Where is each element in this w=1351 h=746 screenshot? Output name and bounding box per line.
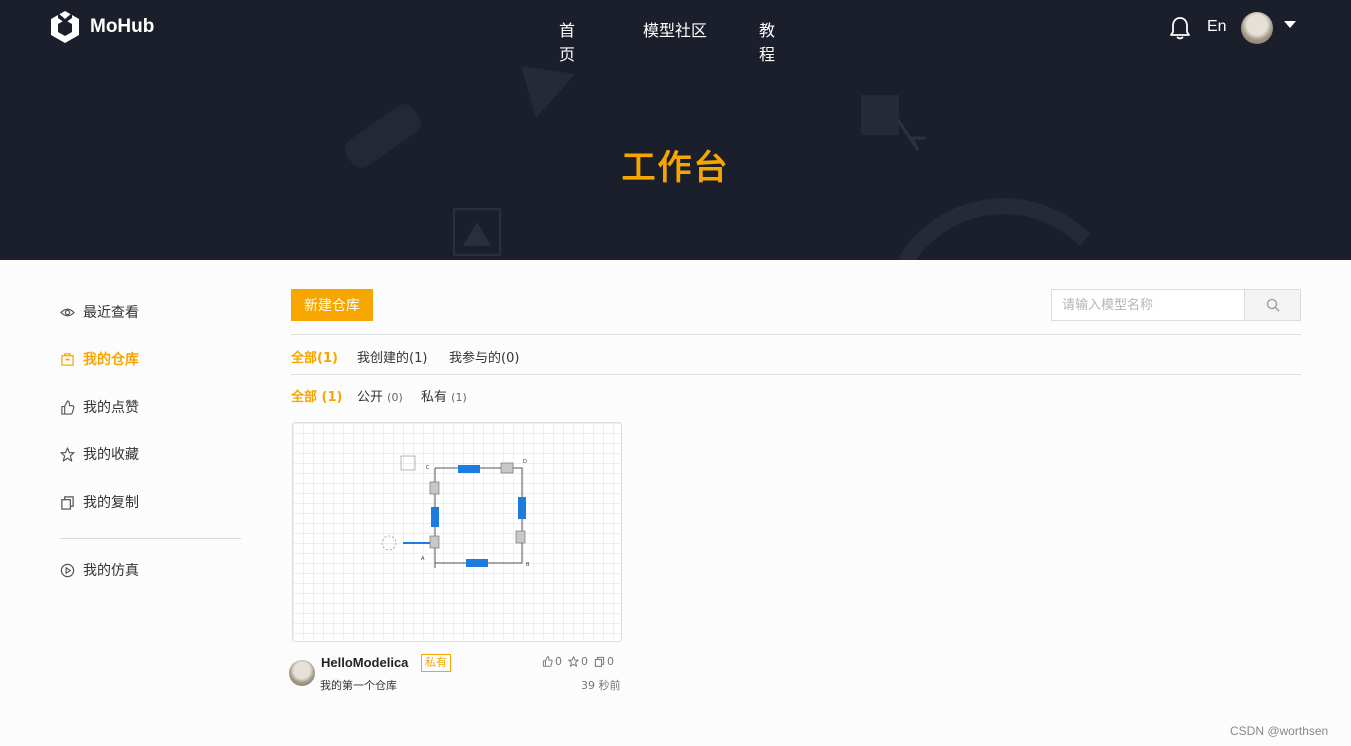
repo-name[interactable]: HelloModelica [321, 655, 408, 670]
diagram-label-d: D [523, 459, 527, 465]
sidebar-item-my-copies[interactable]: 我的复制 [60, 492, 139, 512]
star-icon [568, 656, 579, 667]
star-icon [60, 446, 75, 462]
tab-participated[interactable]: 我参与的(0) [449, 347, 519, 366]
language-toggle[interactable]: En [1207, 18, 1227, 36]
logo[interactable]: MoHub [50, 10, 154, 44]
sidebar-item-my-simulations[interactable]: 我的仿真 [60, 560, 139, 580]
tab-all[interactable]: 全部(1) [291, 347, 338, 366]
filter-public[interactable]: 公开 (0) [357, 386, 403, 405]
sidebar-item-my-favorites[interactable]: 我的收藏 [60, 444, 139, 464]
filter-all[interactable]: 全部 (1) [291, 386, 342, 405]
nav-home[interactable]: 首页 [559, 17, 575, 65]
play-circle-icon [60, 563, 75, 577]
repo-description: 我的第一个仓库 [320, 679, 397, 692]
search-button[interactable] [1244, 290, 1300, 320]
visibility-badge: 私有 [421, 654, 451, 672]
sidebar-item-label: 我的仓库 [83, 352, 139, 368]
divider [291, 374, 1301, 375]
chevron-down-icon[interactable] [1284, 21, 1296, 28]
filter-private[interactable]: 私有 (1) [421, 386, 467, 405]
header-hero: MoHub 首页 模型社区 教程 En 工作台 [0, 0, 1351, 260]
sidebar-item-my-likes[interactable]: 我的点赞 [60, 397, 139, 417]
new-repo-button[interactable]: 新建仓库 [291, 289, 373, 321]
diagram-label-a: A [421, 556, 425, 562]
sidebar-item-recent[interactable]: 最近查看 [60, 302, 139, 322]
page-title: 工作台 [621, 148, 730, 188]
repo-card-thumbnail[interactable]: C D A B [292, 422, 622, 642]
sidebar-divider [60, 538, 241, 539]
thumbs-up-icon [61, 399, 75, 415]
sidebar-item-label: 最近查看 [83, 305, 139, 321]
watermark: CSDN @worthsen [1230, 724, 1329, 738]
copy-icon [61, 495, 74, 510]
search-box [1051, 289, 1301, 321]
search-icon [1266, 298, 1279, 312]
nav-model-community[interactable]: 模型社区 [643, 17, 707, 41]
divider [291, 334, 1301, 335]
thumbs-up-icon [542, 656, 553, 667]
nav-tutorials[interactable]: 教程 [759, 17, 775, 65]
top-navbar: MoHub 首页 模型社区 教程 En [0, 0, 1351, 64]
repo-icon [61, 352, 74, 366]
repo-updated-time: 39 秒前 [581, 679, 621, 692]
sidebar-item-label: 我的点赞 [83, 400, 139, 416]
star-count[interactable]: 0 [568, 655, 588, 668]
model-diagram: C D A B [381, 455, 530, 568]
diagram-label-b: B [526, 562, 530, 568]
search-input[interactable] [1052, 290, 1244, 320]
eye-icon [60, 308, 75, 316]
brand-name: MoHub [90, 16, 155, 37]
user-avatar[interactable] [1241, 12, 1273, 44]
diagram-label-c: C [426, 465, 430, 471]
sidebar-item-my-repos[interactable]: 我的仓库 [60, 349, 139, 369]
sidebar-item-label: 我的复制 [83, 495, 139, 511]
like-count[interactable]: 0 [542, 655, 562, 668]
bell-icon[interactable] [1169, 16, 1191, 40]
copy-icon [594, 656, 605, 667]
tab-created[interactable]: 我创建的(1) [357, 347, 427, 366]
copy-count[interactable]: 0 [594, 655, 614, 668]
owner-avatar[interactable] [289, 660, 315, 686]
mohub-logo-icon [51, 11, 79, 43]
sidebar-item-label: 我的收藏 [83, 447, 139, 463]
sidebar-item-label: 我的仿真 [83, 563, 139, 579]
repo-stats: 0 0 0 [542, 655, 614, 668]
